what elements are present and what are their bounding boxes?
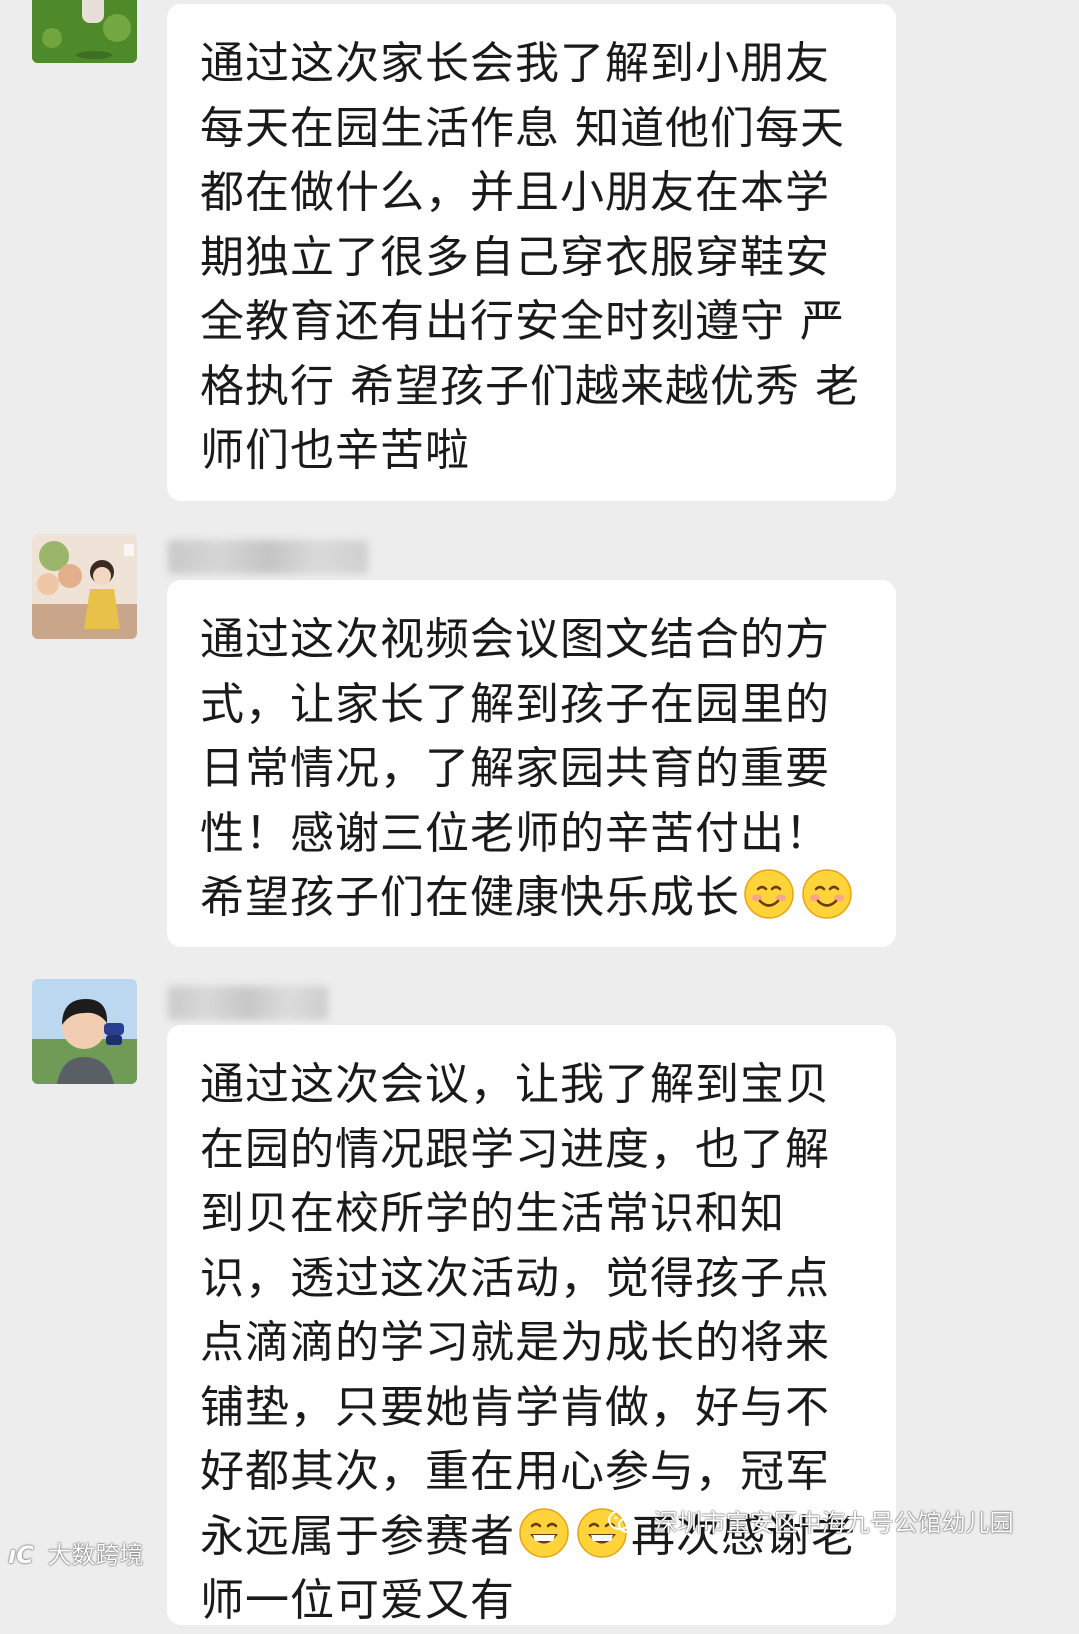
- message-bubble[interactable]: 通过这次家长会我了解到小朋友每天在园生活作息 知道他们每天都在做什么，并且小朋友…: [167, 4, 896, 501]
- grinning-face-emoji: [518, 1507, 570, 1559]
- message-text-body: 通过这次视频会议图文结合的方式，让家长了解到孩子在园里的日常情况，了解家园共育的…: [200, 614, 830, 923]
- message-text-body: 通过这次会议，让我了解到宝贝在园的情况跟学习进度，也了解到贝在校所学的生活常识和…: [200, 1059, 830, 1562]
- sender-name-blurred: [168, 540, 368, 574]
- bilibili-logo-icon: ıC: [8, 1541, 34, 1569]
- chat-thread: 通过这次家长会我了解到小朋友每天在园生活作息 知道他们每天都在做什么，并且小朋友…: [0, 0, 1079, 1626]
- message-text: 通过这次视频会议图文结合的方式，让家长了解到孩子在园里的日常情况，了解家园共育的…: [200, 608, 864, 931]
- message-bubble[interactable]: 通过这次视频会议图文结合的方式，让家长了解到孩子在园里的日常情况，了解家园共育的…: [167, 580, 896, 947]
- avatar-boy-with-binoculars-icon: [32, 979, 137, 1084]
- avatar[interactable]: [32, 0, 137, 63]
- smiling-face-emoji: [743, 868, 795, 920]
- wechat-logo-icon: [608, 1509, 638, 1541]
- message-text: 通过这次会议，让我了解到宝贝在园的情况跟学习进度，也了解到贝在校所学的生活常识和…: [200, 1053, 864, 1634]
- avatar[interactable]: [32, 979, 137, 1084]
- watermark-right: 深圳市宝安区中海九号公馆幼儿园: [608, 1503, 1014, 1541]
- watermark-left-text: 大数跨境: [47, 1541, 144, 1569]
- avatar[interactable]: [32, 534, 137, 639]
- message-text: 通过这次家长会我了解到小朋友每天在园生活作息 知道他们每天都在做什么，并且小朋友…: [200, 38, 860, 476]
- avatar-girl-with-balloons-icon: [32, 534, 137, 639]
- avatar-child-on-grass-icon: [32, 0, 137, 63]
- smiling-face-emoji: [801, 868, 853, 920]
- sender-name-blurred: [168, 986, 328, 1020]
- watermark-right-text: 深圳市宝安区中海九号公馆幼儿园: [653, 1509, 1014, 1537]
- watermark-left: ıC 大数跨境: [8, 1535, 143, 1570]
